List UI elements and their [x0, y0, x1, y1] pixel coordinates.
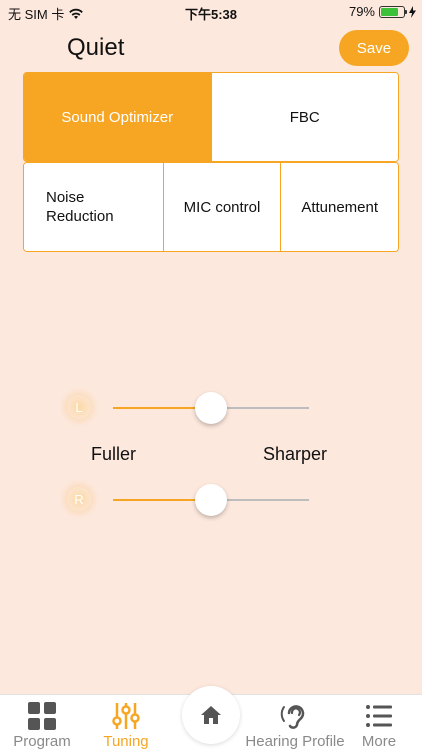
- page-title: Quiet: [67, 34, 125, 61]
- tab-bar-hearing-profile-label: Hearing Profile: [245, 733, 345, 750]
- tab-mic-control[interactable]: MIC control: [162, 163, 281, 251]
- tab-bar-tuning-label: Tuning: [103, 733, 149, 750]
- left-ear-badge: L: [67, 395, 91, 419]
- tab-bar-more-label: More: [361, 733, 397, 750]
- tab-noise-reduction-label: Noise Reduction: [46, 189, 114, 225]
- home-button[interactable]: [182, 686, 240, 744]
- tab-row-primary: Sound Optimizer FBC: [23, 72, 399, 162]
- left-slider[interactable]: [113, 392, 309, 424]
- tab-bar-hearing-profile[interactable]: Hearing Profile: [245, 701, 345, 750]
- fuller-label: Fuller: [91, 444, 137, 464]
- left-slider-thumb[interactable]: [195, 392, 227, 424]
- status-right: 79%: [349, 4, 416, 19]
- tab-row-secondary: Noise Reduction MIC control Attunement: [23, 162, 399, 252]
- right-slider-thumb[interactable]: [195, 484, 227, 516]
- tab-attunement[interactable]: Attunement: [280, 163, 398, 251]
- grid-icon: [28, 702, 56, 730]
- tab-noise-reduction[interactable]: Noise Reduction: [24, 163, 163, 251]
- right-slider[interactable]: [113, 484, 309, 516]
- status-bar: 无 SIM 卡 下午5:38 79%: [0, 0, 422, 24]
- tab-bar-program-label: Program: [13, 733, 71, 750]
- charging-icon: [409, 5, 416, 18]
- home-icon: [201, 706, 221, 724]
- tab-fbc[interactable]: FBC: [210, 73, 398, 161]
- sharper-label: Sharper: [263, 444, 328, 464]
- tab-bar-tuning[interactable]: Tuning: [81, 701, 171, 750]
- right-ear-badge: R: [67, 487, 91, 511]
- battery-icon: [379, 5, 407, 18]
- sliders-icon: [112, 703, 140, 729]
- battery-percent: 79%: [348, 4, 375, 19]
- list-icon: [366, 705, 392, 727]
- ear-icon: [280, 705, 305, 729]
- tab-bar-more[interactable]: More: [334, 701, 422, 750]
- save-button[interactable]: Save: [339, 30, 409, 66]
- tab-sound-optimizer[interactable]: Sound Optimizer: [24, 73, 211, 161]
- tab-bar-program[interactable]: Program: [0, 701, 87, 750]
